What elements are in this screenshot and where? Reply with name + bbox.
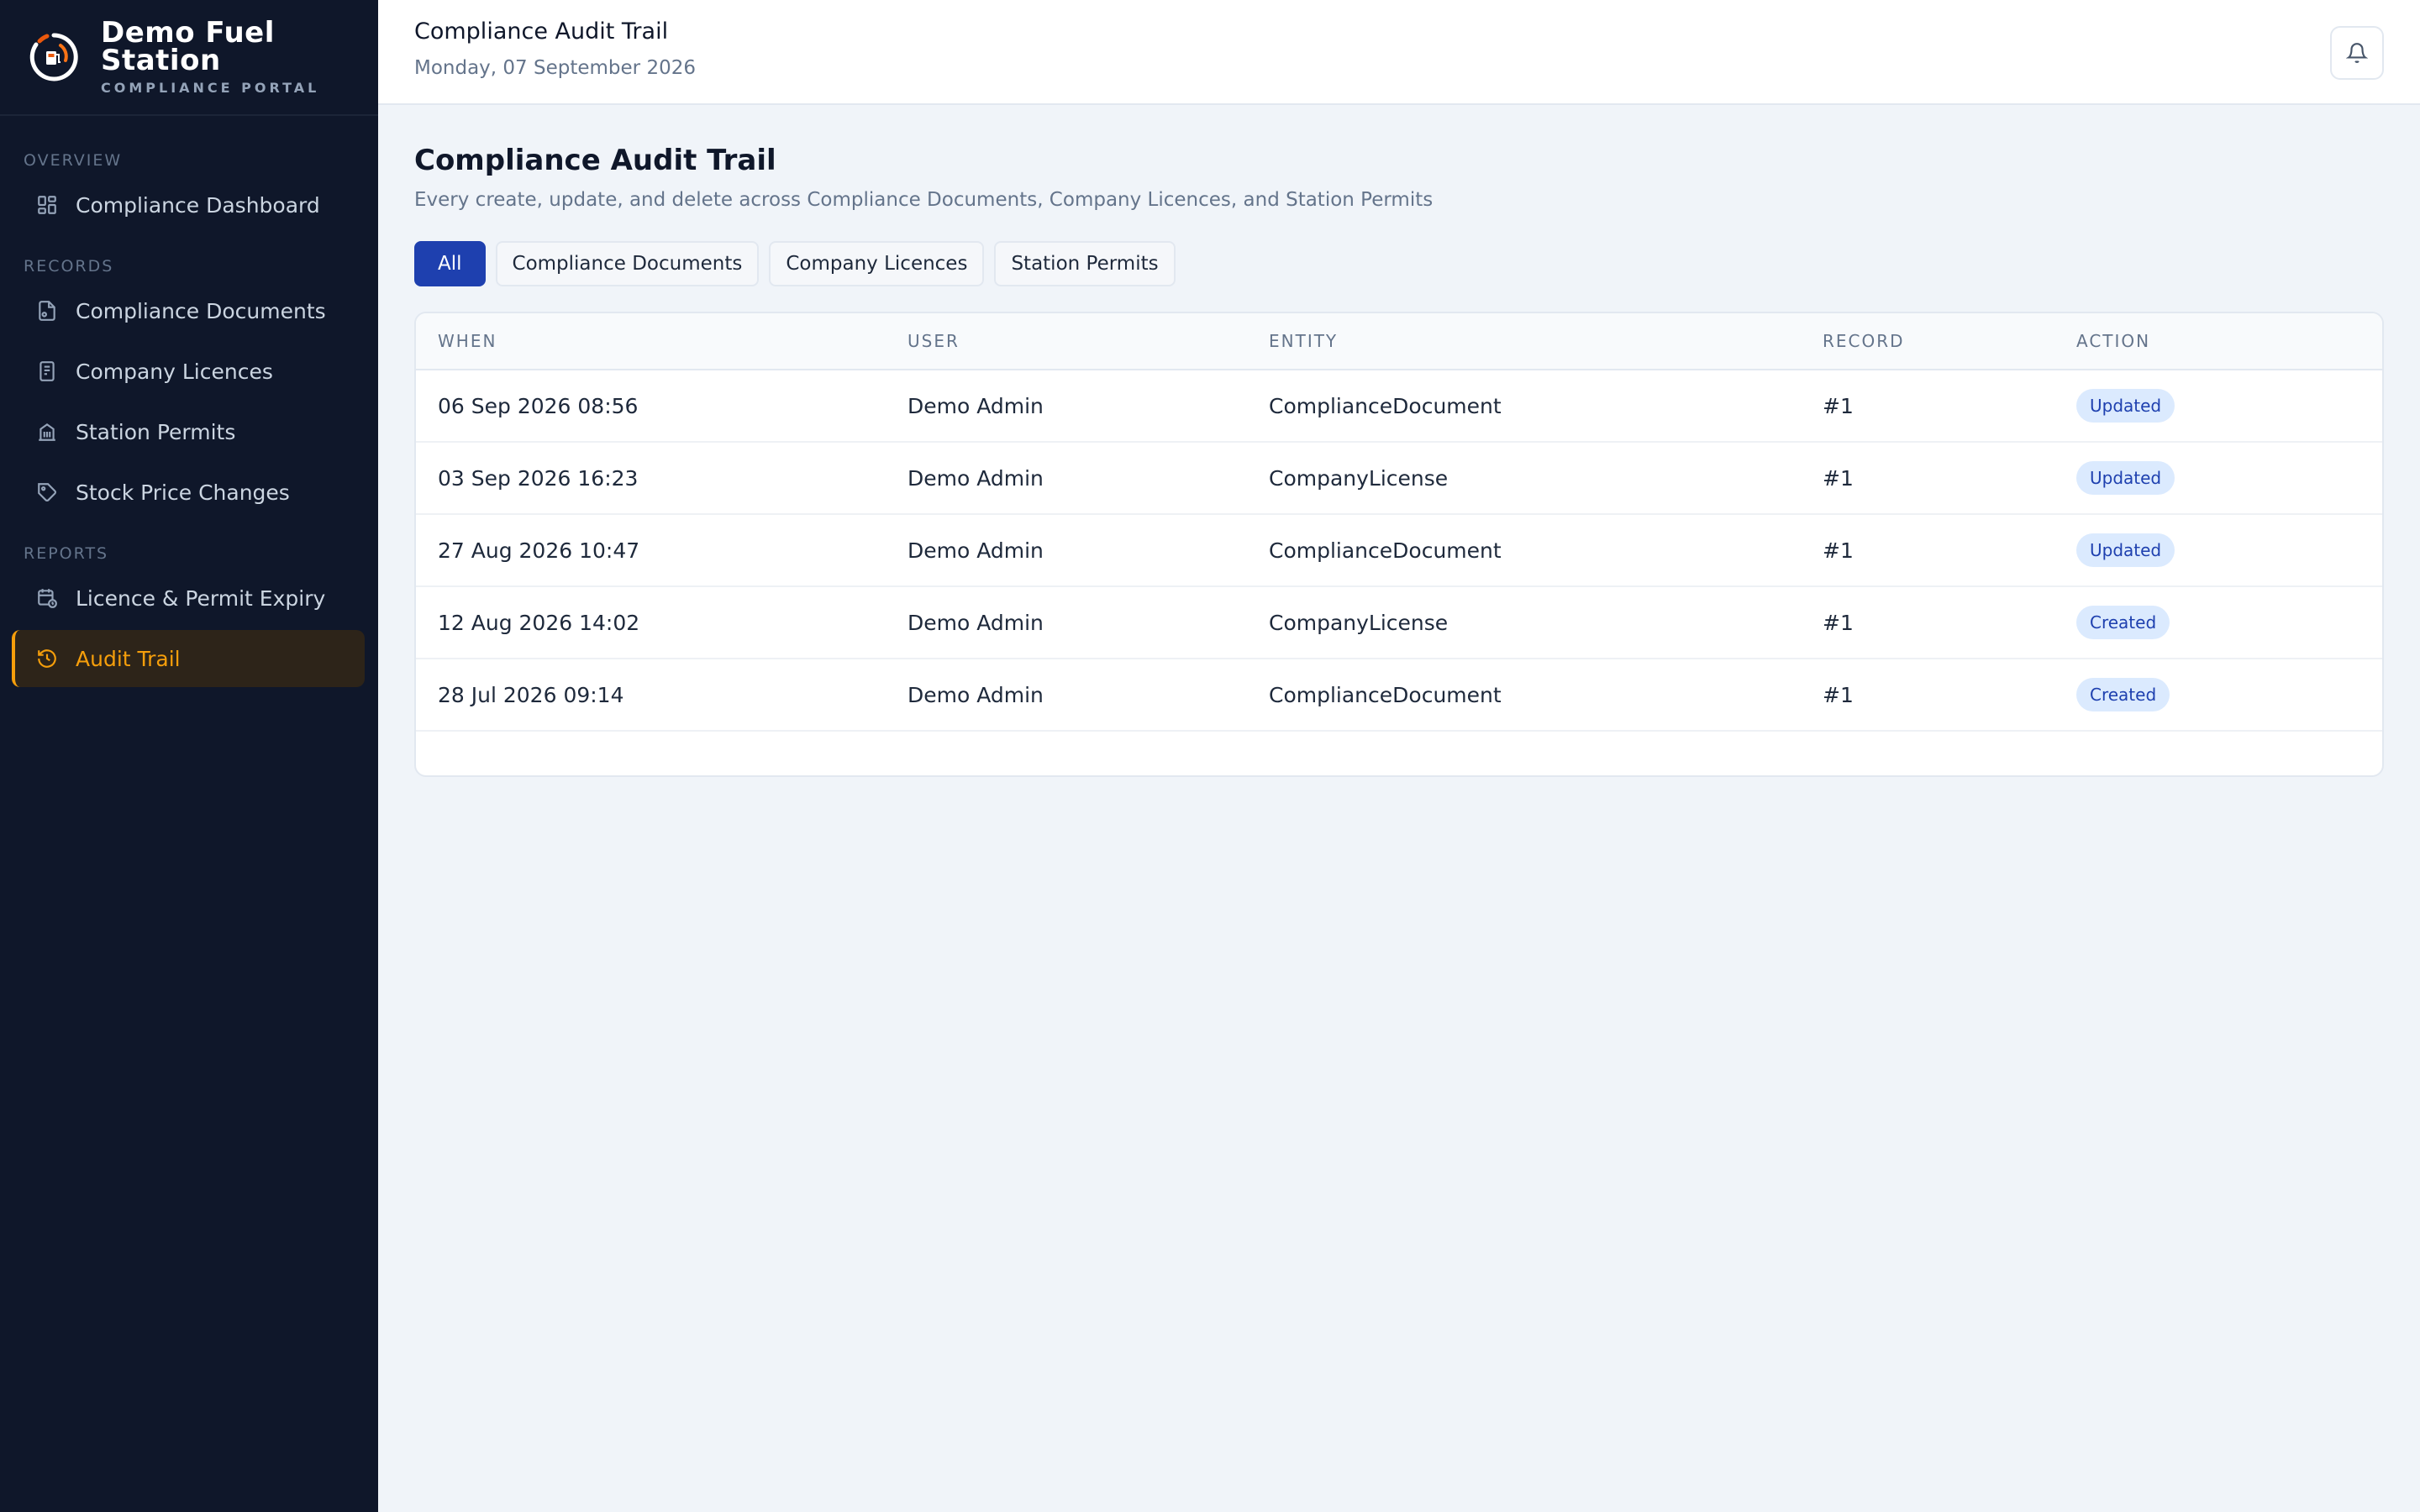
cell-entity: ComplianceDocument — [1269, 393, 1502, 418]
sidebar-item-label: Stock Price Changes — [76, 480, 290, 505]
column-header-record[interactable]: RECORD — [1823, 331, 2076, 351]
filter-tabs: All Compliance Documents Company Licence… — [414, 241, 2384, 286]
brand[interactable]: Demo Fuel Station COMPLIANCE PORTAL — [0, 0, 378, 116]
table-row[interactable]: 28 Jul 2026 09:14 Demo Admin ComplianceD… — [416, 659, 2382, 732]
cell-user: Demo Admin — [908, 610, 1044, 635]
filter-station-permits[interactable]: Station Permits — [994, 241, 1176, 286]
cell-entity: CompanyLicense — [1269, 610, 1449, 635]
cell-when: 28 Jul 2026 09:14 — [438, 682, 624, 707]
cell-user: Demo Admin — [908, 682, 1044, 707]
history-icon — [35, 647, 59, 670]
cell-when: 03 Sep 2026 16:23 — [438, 465, 639, 491]
cell-when: 27 Aug 2026 10:47 — [438, 538, 640, 563]
column-header-user[interactable]: USER — [908, 331, 1269, 351]
sidebar-item-compliance-documents[interactable]: Compliance Documents — [12, 282, 365, 339]
cell-entity: ComplianceDocument — [1269, 682, 1502, 707]
cell-entity: ComplianceDocument — [1269, 538, 1502, 563]
fuel-gauge-logo — [29, 33, 78, 81]
table-row[interactable]: 06 Sep 2026 08:56 Demo Admin ComplianceD… — [416, 370, 2382, 443]
sidebar-nav: OVERVIEW Compliance Dashboard RECORDS Co… — [0, 116, 378, 687]
sidebar-item-label: Licence & Permit Expiry — [76, 585, 326, 611]
calendar-clock-icon — [35, 586, 59, 610]
brand-subtitle: COMPLIANCE PORTAL — [101, 79, 320, 96]
cell-record: #1 — [1823, 682, 1854, 707]
table-row[interactable]: 03 Sep 2026 16:23 Demo Admin CompanyLice… — [416, 443, 2382, 515]
table-row[interactable]: 27 Aug 2026 10:47 Demo Admin ComplianceD… — [416, 515, 2382, 587]
nav-section-reports: REPORTS — [24, 544, 109, 563]
action-badge: Created — [2076, 606, 2170, 639]
filter-compliance-documents[interactable]: Compliance Documents — [495, 241, 760, 286]
sidebar: Demo Fuel Station COMPLIANCE PORTAL OVER… — [0, 0, 378, 1512]
sidebar-item-label: Audit Trail — [76, 646, 181, 671]
action-badge: Created — [2076, 678, 2170, 711]
main-content: Compliance Audit Trail Every create, upd… — [414, 105, 2384, 777]
sidebar-item-station-permits[interactable]: Station Permits — [12, 403, 365, 460]
cell-record: #1 — [1823, 610, 1854, 635]
table-header: WHEN USER ENTITY RECORD ACTION — [416, 313, 2382, 370]
sidebar-item-compliance-dashboard[interactable]: Compliance Dashboard — [12, 176, 365, 234]
nav-section-records: RECORDS — [24, 257, 114, 276]
sidebar-item-audit-trail[interactable]: Audit Trail — [12, 630, 365, 687]
sidebar-item-label: Station Permits — [76, 419, 236, 444]
column-header-action[interactable]: ACTION — [2076, 331, 2382, 351]
sidebar-item-label: Compliance Documents — [76, 298, 326, 323]
cell-when: 06 Sep 2026 08:56 — [438, 393, 639, 418]
license-document-icon — [35, 360, 59, 383]
page-title: Compliance Audit Trail — [414, 144, 776, 177]
brand-name-line2: Station — [101, 43, 221, 77]
cell-user: Demo Admin — [908, 465, 1044, 491]
sidebar-item-licence-permit-expiry[interactable]: Licence & Permit Expiry — [12, 570, 365, 627]
filter-all[interactable]: All — [414, 241, 486, 286]
cell-record: #1 — [1823, 538, 1854, 563]
sidebar-item-company-licences[interactable]: Company Licences — [12, 343, 365, 400]
header-title: Compliance Audit Trail — [414, 18, 669, 45]
brand-name-line1: Demo Fuel — [101, 15, 275, 50]
action-badge: Updated — [2076, 461, 2175, 495]
notifications-button[interactable] — [2330, 26, 2384, 80]
cell-record: #1 — [1823, 465, 1854, 491]
document-icon — [35, 299, 59, 323]
filter-company-licences[interactable]: Company Licences — [769, 241, 985, 286]
cell-user: Demo Admin — [908, 538, 1044, 563]
page-subtitle: Every create, update, and delete across … — [414, 189, 1434, 211]
cell-user: Demo Admin — [908, 393, 1044, 418]
audit-table: WHEN USER ENTITY RECORD ACTION 06 Sep 20… — [414, 312, 2384, 777]
column-header-when[interactable]: WHEN — [416, 331, 908, 351]
top-header: Compliance Audit Trail Monday, 07 Septem… — [378, 0, 2420, 105]
bell-icon — [2346, 43, 2368, 63]
cell-when: 12 Aug 2026 14:02 — [438, 610, 640, 635]
action-badge: Updated — [2076, 389, 2175, 423]
sidebar-item-stock-price-changes[interactable]: Stock Price Changes — [12, 464, 365, 521]
tag-icon — [35, 480, 59, 504]
building-icon — [35, 420, 59, 444]
sidebar-item-label: Company Licences — [76, 359, 273, 384]
header-date: Monday, 07 September 2026 — [414, 57, 696, 79]
nav-section-overview: OVERVIEW — [24, 151, 123, 170]
sidebar-item-label: Compliance Dashboard — [76, 192, 320, 218]
dashboard-grid-icon — [35, 193, 59, 217]
cell-record: #1 — [1823, 393, 1854, 418]
cell-entity: CompanyLicense — [1269, 465, 1449, 491]
table-row[interactable]: 12 Aug 2026 14:02 Demo Admin CompanyLice… — [416, 587, 2382, 659]
action-badge: Updated — [2076, 533, 2175, 567]
column-header-entity[interactable]: ENTITY — [1269, 331, 1823, 351]
